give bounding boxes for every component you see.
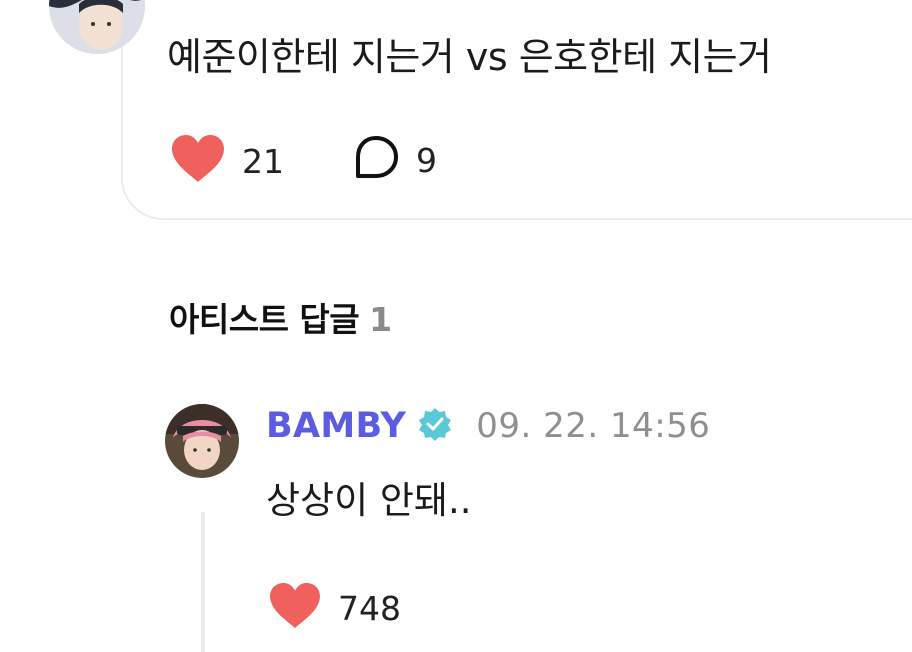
artist-replies-title: 아티스트 답글	[169, 300, 360, 339]
reply-timestamp: 09. 22. 14:56	[476, 406, 711, 446]
reply-like-count: 748	[338, 588, 401, 628]
post-comment-count: 9	[416, 140, 437, 180]
comment-bubble-icon	[352, 134, 400, 186]
reply-text: 상상이 안돼..	[266, 479, 472, 522]
post-text: 예준이한테 지는거 vs 은호한테 지는거	[167, 35, 772, 79]
artist-replies-count: 1	[369, 300, 392, 339]
reply-header: BAMBY 09. 22. 14:56	[266, 406, 710, 446]
artist-replies-heading: 아티스트 답글 1	[169, 293, 392, 341]
heart-icon	[268, 582, 322, 634]
reply-author-name[interactable]: BAMBY	[266, 406, 406, 446]
post-like-count: 21	[242, 141, 284, 181]
verified-badge-icon	[418, 407, 452, 445]
post-like-button[interactable]: 21	[170, 134, 284, 188]
thread-line	[201, 512, 205, 652]
reply-like-button[interactable]: 748	[268, 582, 401, 634]
artist-avatar[interactable]	[165, 404, 239, 478]
heart-icon	[170, 134, 226, 188]
post-comment-button[interactable]: 9	[352, 134, 437, 186]
